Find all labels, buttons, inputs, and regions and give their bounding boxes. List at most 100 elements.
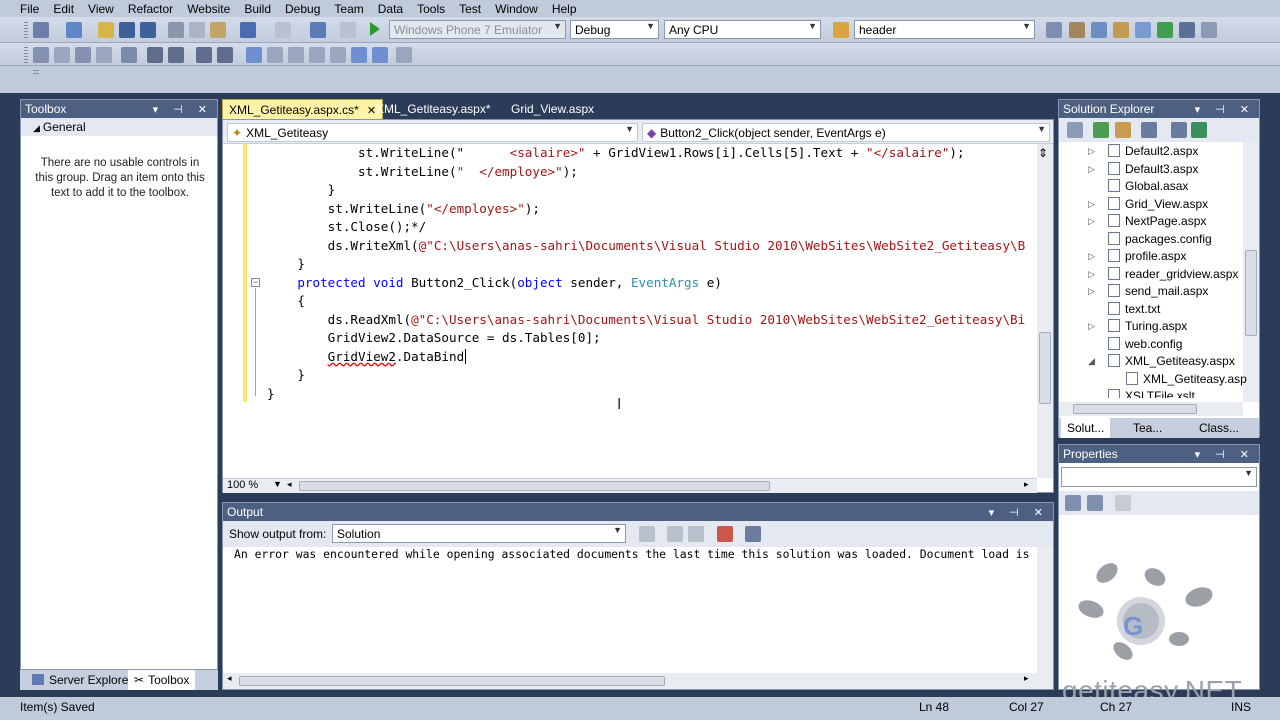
expand-icon[interactable]: ▷ xyxy=(1088,146,1095,157)
bookmark-document-icon[interactable] xyxy=(351,47,367,63)
split-icon[interactable]: ⇕ xyxy=(1038,146,1048,160)
find-combo[interactable]: header ▼ xyxy=(854,20,1035,39)
menu-item-edit[interactable]: Edit xyxy=(53,2,74,16)
scroll-thumb[interactable] xyxy=(1245,250,1257,336)
format-icon[interactable] xyxy=(121,47,137,63)
find-message-icon[interactable] xyxy=(667,526,683,542)
view-code-icon[interactable] xyxy=(1141,122,1157,138)
menu-item-test[interactable]: Test xyxy=(459,2,481,16)
solution-item[interactable]: XML_Getiteasy.aspx xyxy=(1108,354,1235,368)
toggle-word-wrap-icon[interactable] xyxy=(745,526,761,542)
collapse-icon[interactable]: ◢ xyxy=(1088,356,1095,367)
menu-item-window[interactable]: Window xyxy=(495,2,538,16)
solution-item[interactable]: Global.asax xyxy=(1108,179,1188,193)
undo-icon[interactable] xyxy=(240,22,256,38)
alphabetical-icon[interactable] xyxy=(1087,495,1103,511)
expand-icon[interactable]: ▷ xyxy=(1088,199,1095,210)
expand-icon[interactable]: ▷ xyxy=(1088,164,1095,175)
navigate-backward-icon[interactable] xyxy=(310,22,326,38)
toolbox-group-header[interactable]: ◢ General xyxy=(21,118,217,136)
next-message-icon[interactable] xyxy=(688,526,704,542)
object-browser-icon[interactable] xyxy=(1113,22,1129,38)
show-all-files-icon[interactable] xyxy=(1115,122,1131,138)
scroll-right-icon[interactable]: ▸ xyxy=(1024,479,1029,490)
save-all-icon[interactable] xyxy=(140,22,156,38)
solution-item[interactable]: XSLTFile.xslt xyxy=(1108,389,1195,398)
bookmark-icon[interactable] xyxy=(246,47,262,63)
zoom-level[interactable]: 100 % xyxy=(227,479,258,491)
expand-icon[interactable]: ▷ xyxy=(1088,251,1095,262)
bookmark-document-icon[interactable] xyxy=(372,47,388,63)
redo-icon[interactable] xyxy=(275,22,291,38)
command-window-icon[interactable] xyxy=(1201,22,1217,38)
device-target-combo[interactable]: Windows Phone 7 Emulator ▼ xyxy=(389,20,566,39)
scroll-left-icon[interactable]: ◂ xyxy=(227,673,232,684)
previous-bookmark-icon[interactable] xyxy=(267,47,283,63)
cut-icon[interactable] xyxy=(168,22,184,38)
configuration-combo[interactable]: Debug ▼ xyxy=(570,20,659,39)
paste-icon[interactable] xyxy=(210,22,226,38)
solution-item[interactable]: Default2.aspx xyxy=(1108,144,1198,158)
properties-object-combo[interactable]: ▼ xyxy=(1061,467,1257,487)
uncomment-icon[interactable] xyxy=(217,47,233,63)
menu-item-file[interactable]: File xyxy=(20,2,39,16)
panel-controls[interactable]: ▾ ⊣ ✕ xyxy=(153,103,213,116)
add-item-icon[interactable] xyxy=(66,22,82,38)
class-navigation-combo[interactable]: ✦ XML_Getiteasy ▼ xyxy=(227,123,638,142)
find-icon[interactable] xyxy=(1046,22,1062,38)
panel-controls[interactable]: ▾ ⊣ ✕ xyxy=(1195,103,1255,116)
toolbar-grip[interactable] xyxy=(24,47,28,63)
open-file-icon[interactable] xyxy=(98,22,114,38)
solution-item[interactable]: send_mail.aspx xyxy=(1108,284,1208,298)
panel-controls[interactable]: ▾ ⊣ ✕ xyxy=(1195,448,1255,461)
asp-net-config-icon[interactable] xyxy=(1191,122,1207,138)
editor-vertical-scrollbar[interactable] xyxy=(1037,144,1053,478)
menu-item-tools[interactable]: Tools xyxy=(417,2,445,16)
horizontal-scroll-thumb[interactable] xyxy=(299,481,770,491)
platform-combo[interactable]: Any CPU ▼ xyxy=(664,20,821,39)
indent-icon[interactable] xyxy=(147,47,163,63)
panel-controls[interactable]: ▾ ⊣ ✕ xyxy=(989,506,1049,519)
format-icon[interactable] xyxy=(33,47,49,63)
tab-team-explorer[interactable]: Tea... xyxy=(1127,418,1168,438)
bookmark-folder-icon[interactable] xyxy=(330,47,346,63)
menu-item-website[interactable]: Website xyxy=(187,2,230,16)
tab-solution-explorer[interactable]: Solut... xyxy=(1061,418,1111,438)
scroll-right-icon[interactable]: ▸ xyxy=(1024,673,1029,684)
format-icon[interactable] xyxy=(54,47,70,63)
solution-item[interactable]: NextPage.aspx xyxy=(1108,214,1206,228)
menu-item-team[interactable]: Team xyxy=(334,2,363,16)
scroll-thumb[interactable] xyxy=(1039,332,1051,404)
solution-explorer-icon[interactable] xyxy=(1069,22,1085,38)
menu-item-view[interactable]: View xyxy=(88,2,114,16)
save-icon[interactable] xyxy=(119,22,135,38)
output-horizontal-scrollbar[interactable]: ◂ ▸ xyxy=(223,673,1053,689)
format-icon[interactable] xyxy=(75,47,91,63)
output-source-combo[interactable]: Solution ▼ xyxy=(332,524,626,543)
refresh-icon[interactable] xyxy=(1093,122,1109,138)
solution-item[interactable]: XML_Getiteasy.asp xyxy=(1126,371,1247,386)
new-project-icon[interactable] xyxy=(33,22,49,38)
toolbar-grip[interactable] xyxy=(33,70,39,76)
extension-manager-icon[interactable] xyxy=(1179,22,1195,38)
tab-grid-view-aspx[interactable]: Grid_View.aspx xyxy=(505,99,600,119)
menu-item-data[interactable]: Data xyxy=(378,2,403,16)
solution-item[interactable]: packages.config xyxy=(1108,231,1212,246)
expand-icon[interactable]: ▷ xyxy=(1088,216,1095,227)
go-to-previous-message-icon[interactable] xyxy=(639,526,655,542)
properties-icon[interactable] xyxy=(1067,122,1083,138)
chevron-down-icon[interactable]: ▼ xyxy=(273,479,282,489)
next-bookmark-icon[interactable] xyxy=(288,47,304,63)
solution-item[interactable]: Turing.aspx xyxy=(1108,319,1187,333)
solution-horizontal-scrollbar[interactable] xyxy=(1059,402,1243,416)
solution-item[interactable]: text.txt xyxy=(1108,301,1160,316)
menu-item-build[interactable]: Build xyxy=(244,2,271,16)
menu-item-help[interactable]: Help xyxy=(552,2,577,16)
copy-icon[interactable] xyxy=(189,22,205,38)
property-pages-icon[interactable] xyxy=(1115,495,1131,511)
solution-item[interactable]: Default3.aspx xyxy=(1108,161,1198,176)
toolbar-grip[interactable] xyxy=(24,22,28,38)
comment-icon[interactable] xyxy=(196,47,212,63)
start-page-icon[interactable] xyxy=(1157,22,1173,38)
expand-icon[interactable]: ▷ xyxy=(1088,286,1095,297)
